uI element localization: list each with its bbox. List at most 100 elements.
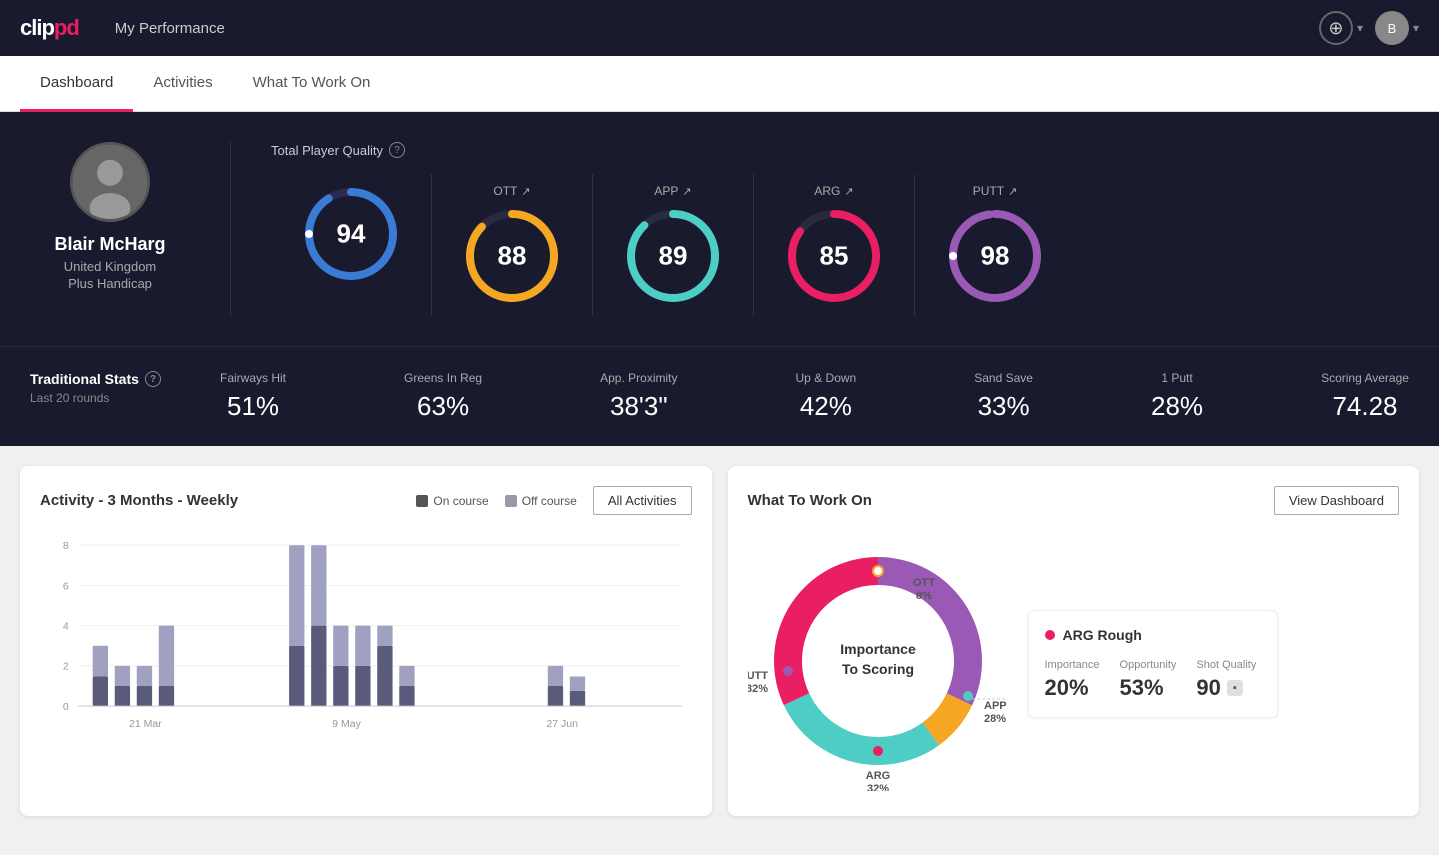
legend-off-course: Off course <box>505 494 577 508</box>
stat-label: Up & Down <box>796 371 857 385</box>
avatar: B <box>1375 11 1409 45</box>
arrow-icon: ↗ <box>521 185 530 198</box>
chart-title: Activity - 3 Months - Weekly <box>40 492 238 509</box>
stat-fairways-hit: Fairways Hit 51% <box>220 371 286 422</box>
info-card-title: ARG Rough <box>1045 627 1261 643</box>
svg-text:ARG: ARG <box>865 770 889 782</box>
stat-app-proximity: App. Proximity 38'3" <box>600 371 677 422</box>
svg-text:27 Jun: 27 Jun <box>546 718 578 730</box>
legend-dot <box>505 495 517 507</box>
avatar <box>70 142 150 222</box>
score-cards: 94 OTT ↗ 88 <box>271 174 1409 316</box>
svg-text:32%: 32% <box>748 683 768 695</box>
arrow-icon: ↗ <box>682 185 691 198</box>
help-icon[interactable]: ? <box>389 142 405 158</box>
svg-text:PUTT: PUTT <box>748 670 768 682</box>
app-card: APP ↗ 89 <box>593 174 754 316</box>
wtwo-inner: Importance To Scoring OTT 8% APP 28% ARG… <box>748 531 1400 796</box>
divider <box>230 142 231 316</box>
player-handicap: Plus Handicap <box>68 276 152 291</box>
stat-value: 63% <box>417 391 469 422</box>
bottom-section: Activity - 3 Months - Weekly On course O… <box>0 446 1439 836</box>
view-dashboard-button[interactable]: View Dashboard <box>1274 486 1399 515</box>
arg-value: 85 <box>820 241 849 272</box>
add-icon[interactable]: ⊕ <box>1319 11 1353 45</box>
arrow-icon: ↗ <box>1008 185 1017 198</box>
chart-area: 8 6 4 2 0 <box>40 531 692 751</box>
player-info: Blair McHarg United Kingdom Plus Handica… <box>30 142 190 291</box>
svg-text:8%: 8% <box>916 590 932 602</box>
wtwo-title: What To Work On <box>748 492 872 509</box>
player-country: United Kingdom <box>64 259 157 274</box>
svg-text:8: 8 <box>63 540 69 552</box>
svg-text:6: 6 <box>63 580 69 592</box>
arg-rough-info-card: ARG Rough Importance 20% Opportunity 53%… <box>1028 610 1278 718</box>
arg-card: ARG ↗ 85 <box>754 174 915 316</box>
activity-chart-card: Activity - 3 Months - Weekly On course O… <box>20 466 712 816</box>
total-quality-card: 94 <box>271 174 432 316</box>
app-label: APP ↗ <box>654 184 691 198</box>
total-quality-label: Total Player Quality ? <box>271 142 1409 158</box>
stat-label: Scoring Average <box>1321 371 1409 385</box>
svg-text:OTT: OTT <box>913 577 935 589</box>
chart-legend: On course Off course <box>416 494 577 508</box>
info-card-name: ARG Rough <box>1063 627 1142 643</box>
tab-activities[interactable]: Activities <box>133 56 232 112</box>
app-ring: 89 <box>623 206 723 306</box>
help-icon[interactable]: ? <box>145 371 161 387</box>
putt-label: PUTT ↗ <box>973 184 1018 198</box>
donut-chart: Importance To Scoring OTT 8% APP 28% ARG… <box>748 531 1008 791</box>
tab-what-to-work-on[interactable]: What To Work On <box>233 56 391 112</box>
total-quality-value: 94 <box>337 219 366 250</box>
svg-text:32%: 32% <box>866 783 888 791</box>
svg-text:4: 4 <box>63 621 69 633</box>
info-dot <box>1045 630 1055 640</box>
tab-dashboard[interactable]: Dashboard <box>20 56 133 112</box>
stat-value: 28% <box>1151 391 1203 422</box>
legend-label: On course <box>433 494 488 508</box>
legend-label: Off course <box>522 494 577 508</box>
shot-quality-metric: Shot Quality 90 ▪ <box>1196 659 1256 701</box>
svg-text:9 May: 9 May <box>332 718 361 730</box>
user-menu[interactable]: B ▾ <box>1375 11 1419 45</box>
importance-metric: Importance 20% <box>1045 659 1100 701</box>
arg-ring: 85 <box>784 206 884 306</box>
add-button-wrapper[interactable]: ⊕ ▾ <box>1319 11 1363 45</box>
nav-title: My Performance <box>115 20 225 37</box>
arrow-icon: ↗ <box>844 185 853 198</box>
putt-value: 98 <box>981 241 1010 272</box>
stat-label: Greens In Reg <box>404 371 482 385</box>
metric-badge: ▪ <box>1227 680 1243 696</box>
total-quality-ring: 94 <box>301 184 401 284</box>
nav-right: ⊕ ▾ B ▾ <box>1319 11 1419 45</box>
svg-text:To Scoring: To Scoring <box>841 661 913 677</box>
info-metrics: Importance 20% Opportunity 53% Shot Qual… <box>1045 659 1261 701</box>
stats-items: Fairways Hit 51% Greens In Reg 63% App. … <box>220 371 1409 422</box>
tabs-bar: Dashboard Activities What To Work On <box>0 56 1439 112</box>
metric-label: Opportunity <box>1120 659 1177 671</box>
stat-sand-save: Sand Save 33% <box>974 371 1033 422</box>
all-activities-button[interactable]: All Activities <box>593 486 692 515</box>
traditional-stats-title: Traditional Stats ? <box>30 371 180 387</box>
player-name: Blair McHarg <box>54 234 165 255</box>
metric-label: Shot Quality <box>1196 659 1256 671</box>
ott-ring: 88 <box>462 206 562 306</box>
putt-card: PUTT ↗ 98 <box>915 174 1075 316</box>
svg-text:0: 0 <box>63 701 69 713</box>
chart-svg: 8 6 4 2 0 <box>40 531 692 751</box>
svg-text:2: 2 <box>63 661 69 673</box>
donut-chart-wrapper: Importance To Scoring OTT 8% APP 28% ARG… <box>748 531 1008 796</box>
svg-text:28%: 28% <box>984 713 1006 725</box>
stat-value: 42% <box>800 391 852 422</box>
ott-value: 88 <box>498 241 527 272</box>
stat-greens-in-reg: Greens In Reg 63% <box>404 371 482 422</box>
chevron-down-icon: ▾ <box>1413 21 1419 35</box>
opportunity-metric: Opportunity 53% <box>1120 659 1177 701</box>
arg-label: ARG ↗ <box>814 184 853 198</box>
what-to-work-on-card: What To Work On View Dashboard <box>728 466 1420 816</box>
hero-section: Blair McHarg United Kingdom Plus Handica… <box>0 112 1439 346</box>
svg-text:21 Mar: 21 Mar <box>129 718 162 730</box>
stat-label: 1 Putt <box>1161 371 1192 385</box>
stats-bar: Traditional Stats ? Last 20 rounds Fairw… <box>0 346 1439 446</box>
metric-label: Importance <box>1045 659 1100 671</box>
